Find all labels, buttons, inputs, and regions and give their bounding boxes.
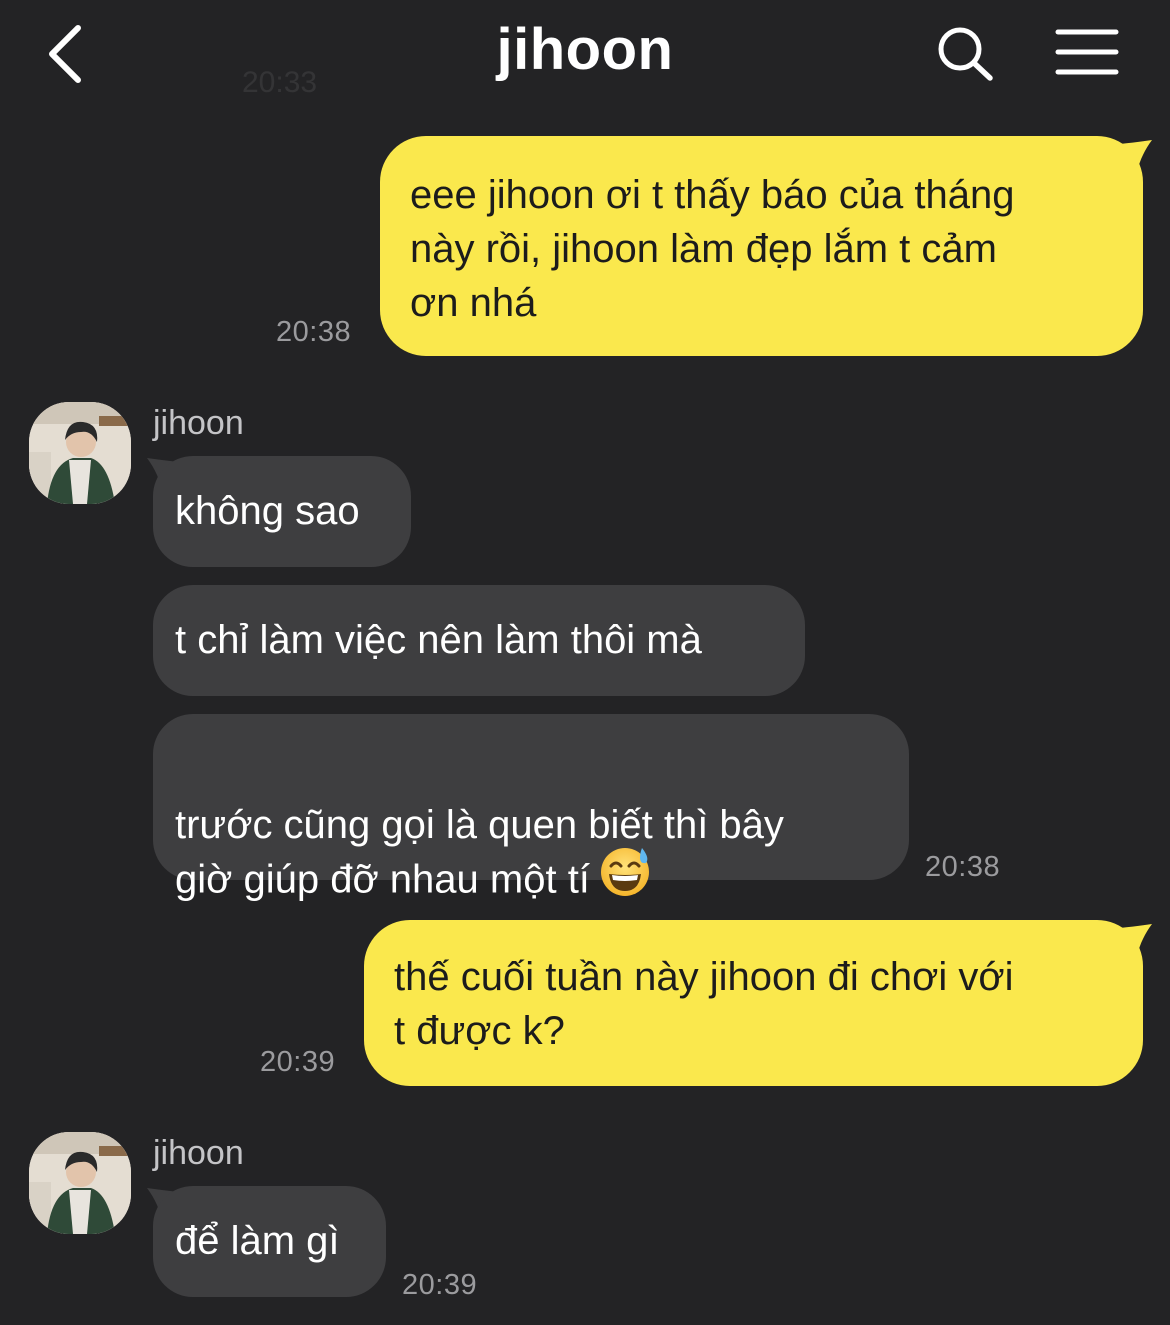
message-timestamp: 20:39 xyxy=(402,1269,478,1301)
avatar[interactable] xyxy=(29,402,131,504)
message-bubble-incoming[interactable]: không sao xyxy=(153,456,411,567)
search-button[interactable] xyxy=(930,22,1000,86)
message-bubble-incoming[interactable]: để làm gì xyxy=(153,1186,386,1297)
message-bubble-incoming[interactable]: t chỉ làm việc nên làm thôi mà xyxy=(153,585,805,696)
message-text: trước cũng gọi là quen biết thì bây giờ … xyxy=(175,803,784,902)
avatar[interactable] xyxy=(29,1132,131,1234)
sender-name: jihoon xyxy=(153,1134,244,1172)
search-icon xyxy=(938,27,993,81)
chat-header: 20:33 jihoon xyxy=(0,0,1170,110)
menu-button[interactable] xyxy=(1048,22,1126,86)
message-bubble-outgoing[interactable]: eee jihoon ơi t thấy báo của tháng này r… xyxy=(380,136,1143,356)
message-timestamp: 20:39 xyxy=(260,1046,336,1078)
sweat-smile-emoji-icon xyxy=(598,844,652,912)
hamburger-menu-icon xyxy=(1055,29,1119,75)
message-bubble-incoming[interactable]: trước cũng gọi là quen biết thì bây giờ … xyxy=(153,714,909,902)
profile-photo xyxy=(29,402,131,504)
message-timestamp: 20:38 xyxy=(276,316,352,348)
profile-photo xyxy=(29,1132,131,1234)
sender-name: jihoon xyxy=(153,404,244,442)
message-bubble-outgoing[interactable]: thế cuối tuần này jihoon đi chơi với t đ… xyxy=(364,920,1143,1086)
message-timestamp: 20:38 xyxy=(925,851,1001,883)
